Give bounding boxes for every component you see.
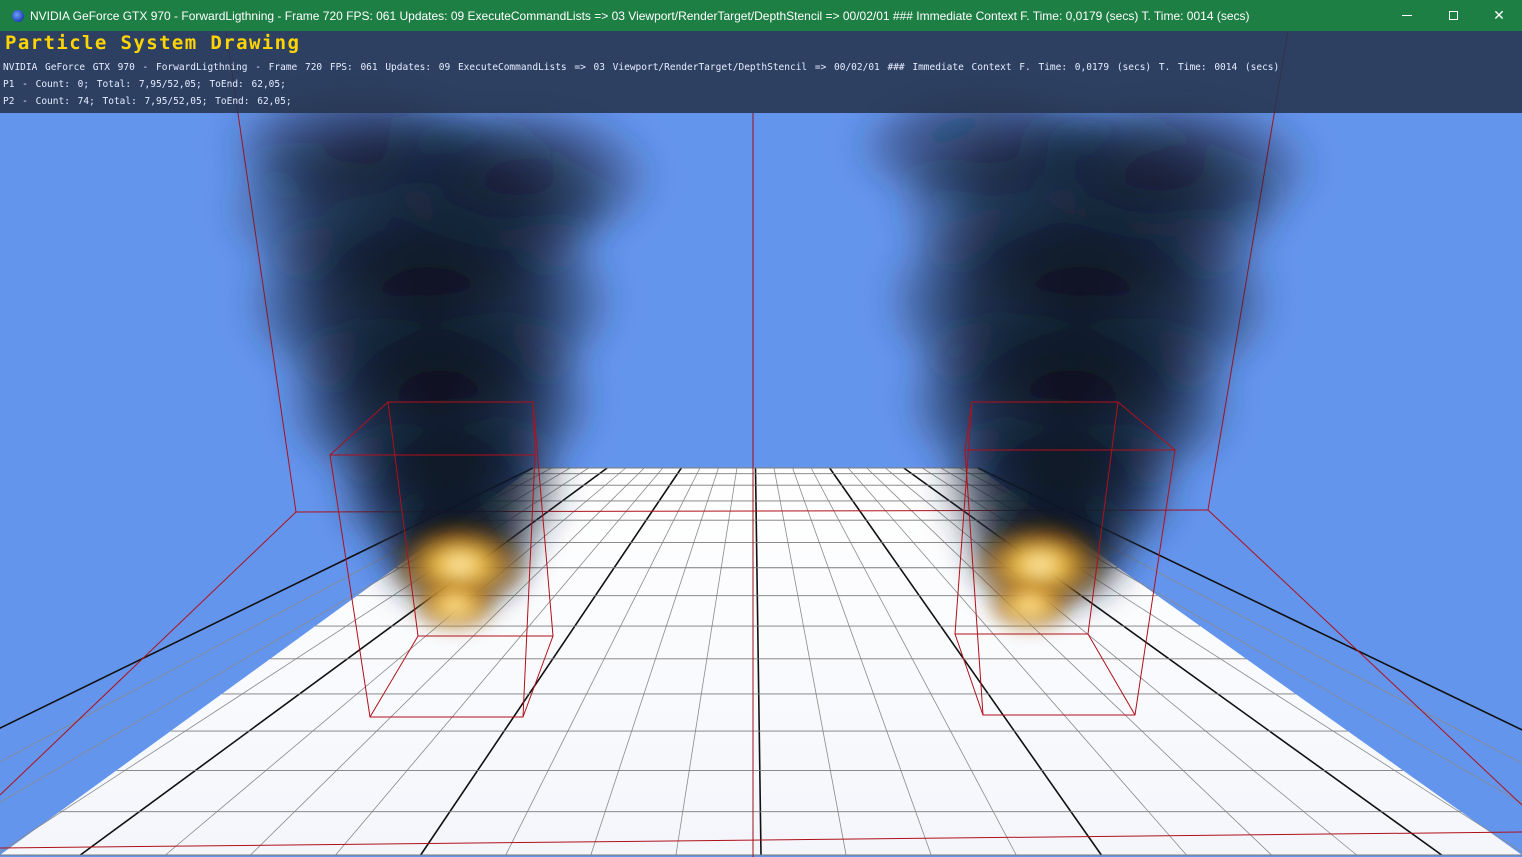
window-title: NVIDIA GeForce GTX 970 - ForwardLigthnin… (30, 8, 1250, 23)
hud-title: Particle System Drawing (5, 32, 301, 54)
app-window: NVIDIA GeForce GTX 970 - ForwardLigthnin… (0, 0, 1522, 857)
window-controls: ✕ (1384, 0, 1522, 31)
hud-overlay: Particle System Drawing NVIDIA GeForce G… (0, 31, 1522, 113)
scene-canvas (0, 31, 1522, 857)
app-icon (12, 9, 24, 22)
title-bar[interactable]: NVIDIA GeForce GTX 970 - ForwardLigthnin… (0, 0, 1522, 31)
hud-particle-system-1: P1 - Count: 0; Total: 7,95/52,05; ToEnd:… (3, 79, 286, 90)
hud-stats-line: NVIDIA GeForce GTX 970 - ForwardLigthnin… (3, 62, 1280, 73)
minimize-icon (1402, 15, 1412, 16)
close-icon: ✕ (1493, 7, 1505, 24)
minimize-button[interactable] (1384, 0, 1430, 31)
render-viewport[interactable] (0, 31, 1522, 857)
maximize-button[interactable] (1430, 0, 1476, 31)
maximize-icon (1448, 11, 1458, 20)
hud-particle-system-2: P2 - Count: 74; Total: 7,95/52,05; ToEnd… (3, 96, 292, 107)
close-button[interactable]: ✕ (1476, 0, 1522, 31)
